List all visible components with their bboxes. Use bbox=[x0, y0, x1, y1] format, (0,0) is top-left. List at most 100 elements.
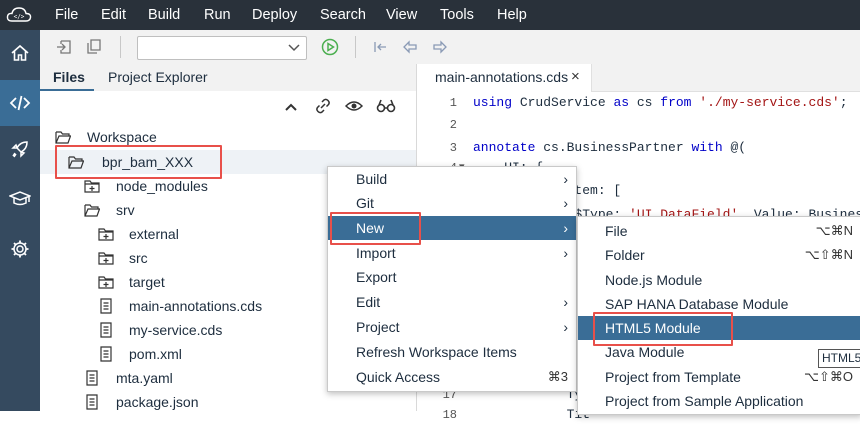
menu-item-shortcut: ⌥⌘N bbox=[815, 223, 853, 238]
callout-highlight-new bbox=[330, 212, 421, 245]
menu-bar: </> File Edit Build Run Deploy Search Vi… bbox=[0, 0, 860, 30]
tree-item-label: external bbox=[129, 226, 179, 242]
tooltip: HTML5 bbox=[818, 349, 860, 368]
svg-text:</>: </> bbox=[14, 14, 25, 21]
copy-icon[interactable] bbox=[86, 39, 102, 55]
submenu-item-project-from-template[interactable]: Project from Template ⌥⇧⌘O bbox=[578, 365, 860, 389]
tree-item[interactable]: package.json bbox=[40, 390, 416, 414]
chevron-down-icon bbox=[288, 44, 300, 52]
arrow-right-icon[interactable] bbox=[432, 39, 448, 55]
run-configuration-select[interactable] bbox=[137, 36, 307, 60]
callout-highlight-project bbox=[55, 145, 222, 179]
editor-tabs: main-annotations.cds × bbox=[417, 64, 860, 92]
code-text: using CrudService as cs from './my-servi… bbox=[473, 95, 848, 110]
menu-help[interactable]: Help bbox=[497, 0, 527, 30]
menu-item-label: Quick Access bbox=[356, 369, 441, 385]
chevron-right-icon: › bbox=[563, 319, 568, 335]
chevron-right-icon: › bbox=[563, 195, 568, 211]
menu-tools[interactable]: Tools bbox=[440, 0, 474, 30]
close-icon[interactable]: × bbox=[571, 68, 580, 85]
context-menu-item-project[interactable]: Project › bbox=[328, 315, 576, 339]
menu-item-shortcut: ⌥⇧⌘N bbox=[804, 247, 853, 262]
context-menu: Build › Git › New › Import › Export Edit › Project ›… bbox=[327, 166, 577, 392]
menu-item-label: Refresh Workspace Items bbox=[356, 344, 517, 360]
file-icon bbox=[86, 370, 98, 386]
line-number: 1 bbox=[449, 96, 457, 110]
menu-run[interactable]: Run bbox=[204, 0, 231, 30]
sidebar-item-home[interactable] bbox=[0, 30, 40, 76]
chevron-right-icon: › bbox=[563, 294, 568, 310]
tree-item-label: my-service.cds bbox=[129, 322, 223, 338]
line-number: 3 bbox=[449, 141, 457, 155]
menu-edit[interactable]: Edit bbox=[101, 0, 126, 30]
sidebar-item-preferences[interactable] bbox=[0, 226, 40, 272]
run-icon[interactable] bbox=[321, 38, 339, 56]
tree-item-label: src bbox=[129, 250, 148, 266]
code-text: annotate cs.BusinessPartner with @( bbox=[473, 140, 747, 155]
folder-icon bbox=[98, 228, 114, 241]
line-number: 2 bbox=[449, 118, 457, 132]
menu-deploy[interactable]: Deploy bbox=[252, 0, 297, 30]
folder-icon bbox=[98, 276, 114, 289]
link-icon[interactable] bbox=[315, 98, 331, 114]
tree-item-label: mta.yaml bbox=[116, 370, 173, 386]
toolbar-divider bbox=[120, 36, 121, 58]
gear-icon bbox=[11, 240, 29, 258]
menu-item-shortcut: ⌥⇧⌘O bbox=[804, 369, 853, 384]
code-text: Tit bbox=[473, 407, 591, 422]
collapse-all-icon[interactable] bbox=[284, 102, 298, 112]
menu-item-label: Build bbox=[356, 171, 388, 187]
tab-project-explorer[interactable]: Project Explorer bbox=[108, 64, 208, 91]
main-toolbar bbox=[40, 30, 860, 65]
tree-item-label: target bbox=[129, 274, 165, 290]
folder-icon bbox=[84, 180, 100, 193]
callout-highlight-html5-module bbox=[593, 312, 733, 346]
file-icon bbox=[100, 322, 112, 338]
menu-item-label: Export bbox=[356, 269, 397, 285]
menu-search[interactable]: Search bbox=[320, 0, 366, 30]
side-navigation bbox=[0, 30, 40, 411]
chevron-right-icon: › bbox=[563, 171, 568, 187]
tree-toolbar bbox=[40, 91, 416, 123]
menu-item-label: Project bbox=[356, 319, 400, 335]
sidebar-item-development[interactable] bbox=[0, 80, 40, 126]
sidebar-item-deploy[interactable] bbox=[0, 126, 40, 172]
code-icon bbox=[9, 95, 31, 111]
menu-item-label: Project from Sample Application bbox=[605, 393, 804, 409]
rocket-icon bbox=[11, 141, 28, 158]
menu-item-label: Edit bbox=[356, 294, 381, 310]
tree-item-label: main-annotations.cds bbox=[129, 298, 263, 314]
context-menu-item-build[interactable]: Build › bbox=[328, 167, 576, 191]
submenu-item-project-from-sample-application[interactable]: Project from Sample Application bbox=[578, 389, 860, 413]
import-icon[interactable] bbox=[56, 39, 72, 55]
submenu-item-node-js-module[interactable]: Node.js Module bbox=[578, 268, 860, 292]
arrow-left-icon[interactable] bbox=[402, 39, 418, 55]
toolbar-divider bbox=[355, 36, 356, 58]
file-icon bbox=[100, 346, 112, 362]
menu-file[interactable]: File bbox=[55, 0, 78, 30]
graduation-cap-icon bbox=[9, 191, 31, 206]
folder-open-icon bbox=[84, 204, 100, 217]
submenu-item-folder[interactable]: Folder ⌥⇧⌘N bbox=[578, 243, 860, 267]
back-to-edit-icon[interactable] bbox=[372, 39, 388, 55]
sidebar-item-learning[interactable] bbox=[0, 176, 40, 222]
context-menu-item-export[interactable]: Export bbox=[328, 265, 576, 289]
submenu-item-file[interactable]: File ⌥⌘N bbox=[578, 219, 860, 243]
eye-icon[interactable] bbox=[345, 99, 363, 113]
tab-files[interactable]: Files bbox=[53, 64, 85, 91]
binoculars-icon[interactable] bbox=[376, 99, 396, 113]
cloud-logo-icon: </> bbox=[6, 7, 32, 22]
chevron-right-icon: › bbox=[563, 220, 568, 236]
file-icon bbox=[86, 394, 98, 410]
menu-view[interactable]: View bbox=[386, 0, 417, 30]
editor-tab-main-annotations[interactable]: main-annotations.cds × bbox=[417, 64, 592, 92]
menu-item-label: Project from Template bbox=[605, 369, 741, 385]
context-menu-item-refresh-workspace-items[interactable]: Refresh Workspace Items bbox=[328, 340, 576, 364]
context-menu-item-edit[interactable]: Edit › bbox=[328, 290, 576, 314]
context-menu-item-quick-access[interactable]: Quick Access ⌘3 bbox=[328, 365, 576, 389]
menu-item-label: File bbox=[605, 223, 628, 239]
menu-build[interactable]: Build bbox=[148, 0, 180, 30]
menu-item-label: Folder bbox=[605, 247, 645, 263]
line-number: 18 bbox=[442, 408, 457, 422]
home-icon bbox=[11, 44, 29, 61]
